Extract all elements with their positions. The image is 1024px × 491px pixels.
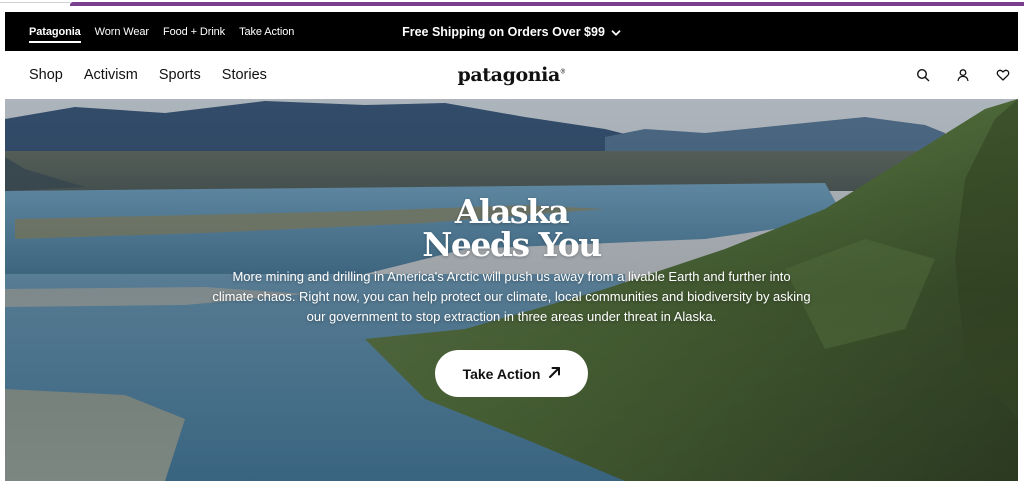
- search-icon[interactable]: [914, 66, 932, 84]
- take-action-button[interactable]: Take Action: [434, 350, 589, 397]
- hero-content: Alaska Needs You More mining and drillin…: [5, 195, 1018, 397]
- heart-icon[interactable]: [994, 66, 1012, 84]
- logo[interactable]: patagonia®: [458, 64, 566, 86]
- chevron-down-icon: [611, 27, 621, 37]
- main-nav: Shop Activism Sports Stories patagonia®: [5, 51, 1018, 99]
- hero-description: More mining and drilling in America's Ar…: [212, 269, 811, 324]
- logo-text: patagonia: [457, 64, 561, 86]
- nav-item-activism[interactable]: Activism: [84, 67, 138, 83]
- registered-mark: ®: [559, 68, 566, 76]
- account-icon[interactable]: [954, 66, 972, 84]
- shipping-announcement-text: Free Shipping on Orders Over $99: [402, 24, 605, 39]
- shipping-announcement[interactable]: Free Shipping on Orders Over $99: [5, 12, 1018, 51]
- divider: [0, 2, 70, 3]
- take-action-button-label: Take Action: [462, 365, 541, 382]
- hero-title-line-2: Needs You: [422, 225, 602, 264]
- accent-bar: [70, 2, 1024, 6]
- page-bottom: [0, 481, 1024, 491]
- hero-title: Alaska Needs You: [5, 195, 1018, 261]
- announcement-bar: Patagonia Worn Wear Food + Drink Take Ac…: [5, 12, 1018, 51]
- nav-item-shop[interactable]: Shop: [29, 67, 63, 83]
- browser-accent-line: [0, 0, 1024, 9]
- nav-item-stories[interactable]: Stories: [222, 67, 267, 83]
- nav-menu: Shop Activism Sports Stories: [29, 51, 267, 99]
- hero-banner: Alaska Needs You More mining and drillin…: [5, 99, 1018, 481]
- nav-item-sports[interactable]: Sports: [159, 67, 201, 83]
- hero-title-line-1: Alaska: [454, 192, 570, 231]
- nav-icons: [914, 51, 1012, 99]
- page: Patagonia Worn Wear Food + Drink Take Ac…: [0, 0, 1024, 491]
- arrow-up-right-icon: [548, 366, 561, 382]
